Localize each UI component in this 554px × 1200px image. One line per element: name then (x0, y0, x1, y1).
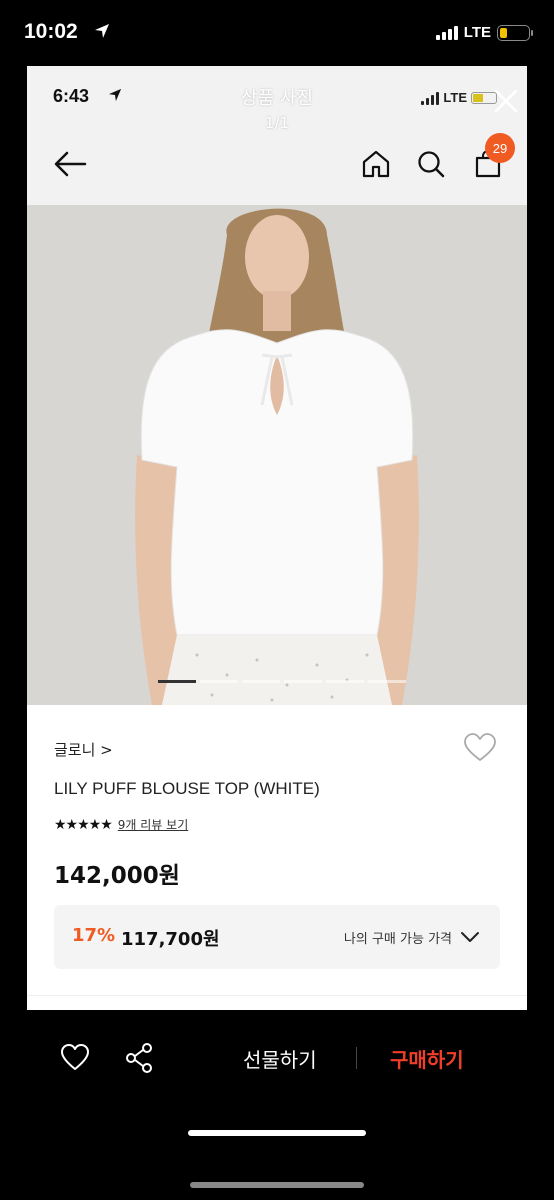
rating-stars: ★★★★★ (54, 816, 113, 833)
home-indicator-outer[interactable] (190, 1182, 364, 1188)
inner-status-indicators: LTE (421, 90, 497, 105)
product-name: LILY PUFF BLOUSE TOP (WHITE) (54, 779, 320, 798)
pager-dot (368, 680, 406, 683)
wishlist-heart-icon[interactable] (463, 733, 497, 763)
pager-dot (200, 680, 238, 683)
home-indicator[interactable] (188, 1130, 366, 1136)
heart-icon[interactable] (60, 1044, 90, 1072)
divider (27, 995, 527, 996)
battery-icon (497, 24, 533, 41)
discount-price-box[interactable]: 17% 117,700원 나의 구매 가능 가격 (54, 905, 500, 969)
image-pager (158, 680, 406, 683)
pager-dot (242, 680, 280, 683)
outer-status-bar: 10:02 LTE (0, 0, 554, 66)
pager-dot (326, 680, 364, 683)
buy-button[interactable]: 구매하기 (390, 1044, 464, 1073)
separator (356, 1047, 357, 1069)
search-icon[interactable] (416, 149, 446, 179)
app-screenshot: 6:43 상품 사진 1/1 LTE 29 글로니 > LILY PUFF BL… (27, 66, 527, 1010)
signal-icon (435, 25, 458, 40)
location-arrow-icon (95, 24, 109, 38)
share-icon[interactable] (125, 1042, 155, 1074)
original-price: 142,000원 (54, 863, 180, 889)
brand-link[interactable]: 글로니 > (54, 739, 113, 760)
network-label: LTE (463, 24, 491, 41)
product-info: 글로니 > LILY PUFF BLOUSE TOP (WHITE) ★★★★★… (27, 705, 527, 1010)
rating-row: ★★★★★ 9개 리뷰 보기 (54, 816, 188, 833)
product-image[interactable] (27, 205, 527, 705)
back-arrow-icon[interactable] (53, 150, 87, 178)
my-price-label: 나의 구매 가능 가격 (343, 932, 452, 947)
status-indicators: LTE (435, 24, 533, 41)
viewer-counter: 1/1 (264, 114, 290, 132)
pager-dot-active (158, 680, 196, 683)
model-photo (27, 205, 527, 705)
cart-count-badge: 29 (485, 133, 515, 163)
chevron-down-icon (461, 932, 479, 942)
review-link[interactable]: 9개 리뷰 보기 (118, 816, 188, 833)
gift-button[interactable]: 선물하기 (243, 1044, 317, 1073)
close-icon[interactable] (491, 86, 521, 116)
app-header: 6:43 상품 사진 1/1 LTE 29 (27, 66, 527, 205)
status-time: 10:02 (24, 20, 78, 43)
network-label: LTE (443, 90, 467, 105)
home-icon[interactable] (361, 149, 391, 179)
discount-percent: 17% (72, 925, 116, 946)
pager-dot (284, 680, 322, 683)
bottom-action-bar: 선물하기 구매하기 (0, 1010, 554, 1110)
signal-icon (421, 91, 440, 105)
discount-price: 117,700원 (121, 929, 220, 950)
